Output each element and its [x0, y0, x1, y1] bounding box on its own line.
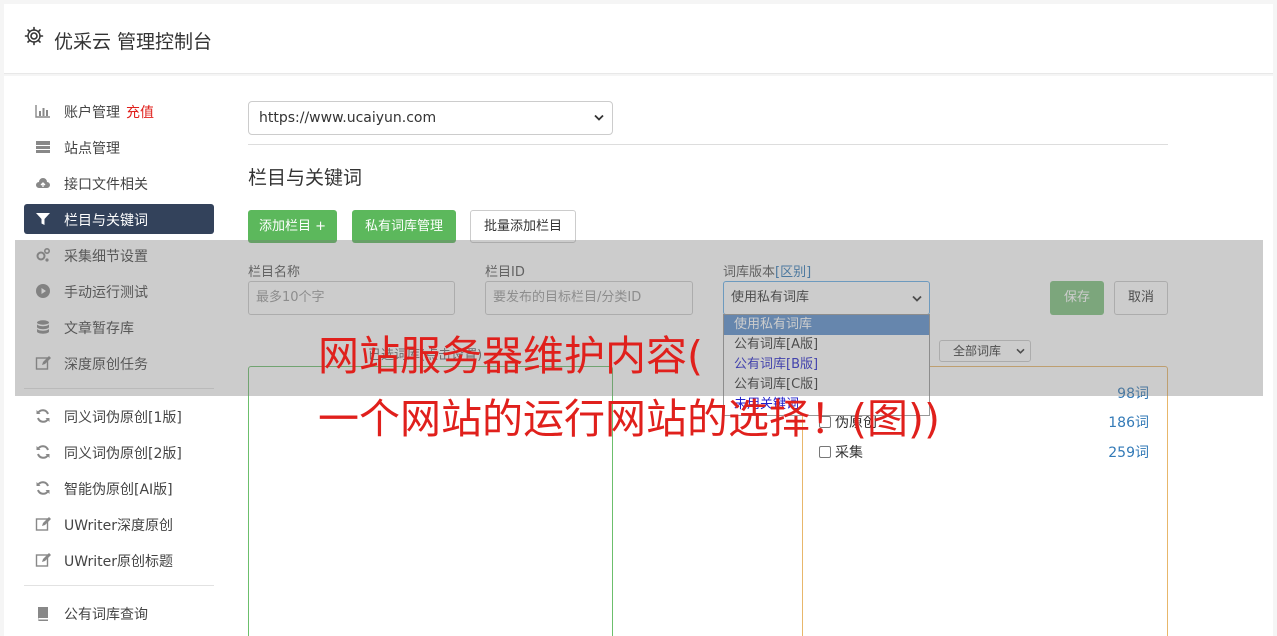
sidebar-item-account[interactable]: 账户管理 充值 [24, 96, 214, 126]
sidebar-item-ai-rewrite[interactable]: 智能伪原创[AI版] [24, 473, 214, 503]
sidebar-item-label: 同义词伪原创[2版] [64, 446, 182, 462]
sidebar-item-label: 账户管理 [64, 105, 120, 121]
top-bar: 优采云 管理控制台 [4, 4, 1273, 74]
row-checkbox[interactable] [819, 446, 831, 458]
sidebar-item-label: 接口文件相关 [64, 177, 148, 193]
refresh-icon [36, 445, 50, 459]
refresh-icon [36, 409, 50, 423]
sidebar-item-columns-keywords[interactable]: 栏目与关键词 [24, 204, 214, 234]
section-title: 栏目与关键词 [248, 167, 363, 189]
bar-chart-icon [35, 105, 50, 118]
sidebar-item-uwriter-title[interactable]: UWriter原创标题 [24, 545, 214, 575]
sidebar-item-label: UWriter原创标题 [64, 554, 173, 570]
sidebar-item-uwriter-deep[interactable]: UWriter深度原创 [24, 509, 214, 539]
sidebar-item-interface[interactable]: 接口文件相关 [24, 168, 214, 198]
batch-add-button[interactable]: 批量添加栏目 [470, 210, 576, 243]
filter-icon [36, 213, 50, 225]
sidebar-item-label: UWriter深度原创 [64, 518, 173, 534]
refresh-icon [36, 481, 50, 495]
add-column-button[interactable]: 添加栏目 + [248, 210, 337, 243]
sidebar-item-label: 站点管理 [64, 141, 120, 157]
sidebar-divider [24, 585, 214, 586]
sidebar-item-label: 同义词伪原创[1版] [64, 410, 182, 426]
sidebar-item-label: 智能伪原创[AI版] [64, 482, 173, 498]
library-row-count: 186词 [1108, 415, 1149, 431]
sidebar-item-label: 栏目与关键词 [64, 213, 148, 229]
divider [248, 144, 1168, 145]
sidebar-item-public-lib[interactable]: 公有词库查询 [24, 598, 214, 628]
library-row-name: 采集 [835, 445, 863, 461]
private-lib-button[interactable]: 私有词库管理 [352, 210, 456, 243]
gear-icon [24, 26, 44, 46]
book-icon [38, 607, 48, 621]
list-item[interactable]: 采集 259词 [819, 442, 1149, 462]
edit-icon [35, 553, 51, 567]
site-select[interactable]: https://www.ucaiyun.com [248, 101, 613, 135]
sidebar-item-sites[interactable]: 站点管理 [24, 132, 214, 162]
overlay-caption-line2: 一个网站的运行网站的选择！(图)) [318, 395, 940, 443]
library-row-count: 259词 [1108, 445, 1149, 461]
sidebar-item-synonym-v1[interactable]: 同义词伪原创[1版] [24, 401, 214, 431]
cloud-upload-icon [36, 178, 50, 188]
chevron-down-icon [594, 114, 604, 121]
overlay-caption-line1: 网站服务器维护内容( [318, 332, 703, 380]
recharge-link[interactable]: 充值 [126, 105, 154, 121]
sidebar-item-label: 公有词库查询 [64, 607, 148, 623]
console-title: 优采云 管理控制台 [54, 31, 213, 53]
site-select-value: https://www.ucaiyun.com [259, 110, 437, 126]
edit-icon [35, 517, 51, 531]
server-icon [36, 141, 50, 153]
sidebar-item-synonym-v2[interactable]: 同义词伪原创[2版] [24, 437, 214, 467]
